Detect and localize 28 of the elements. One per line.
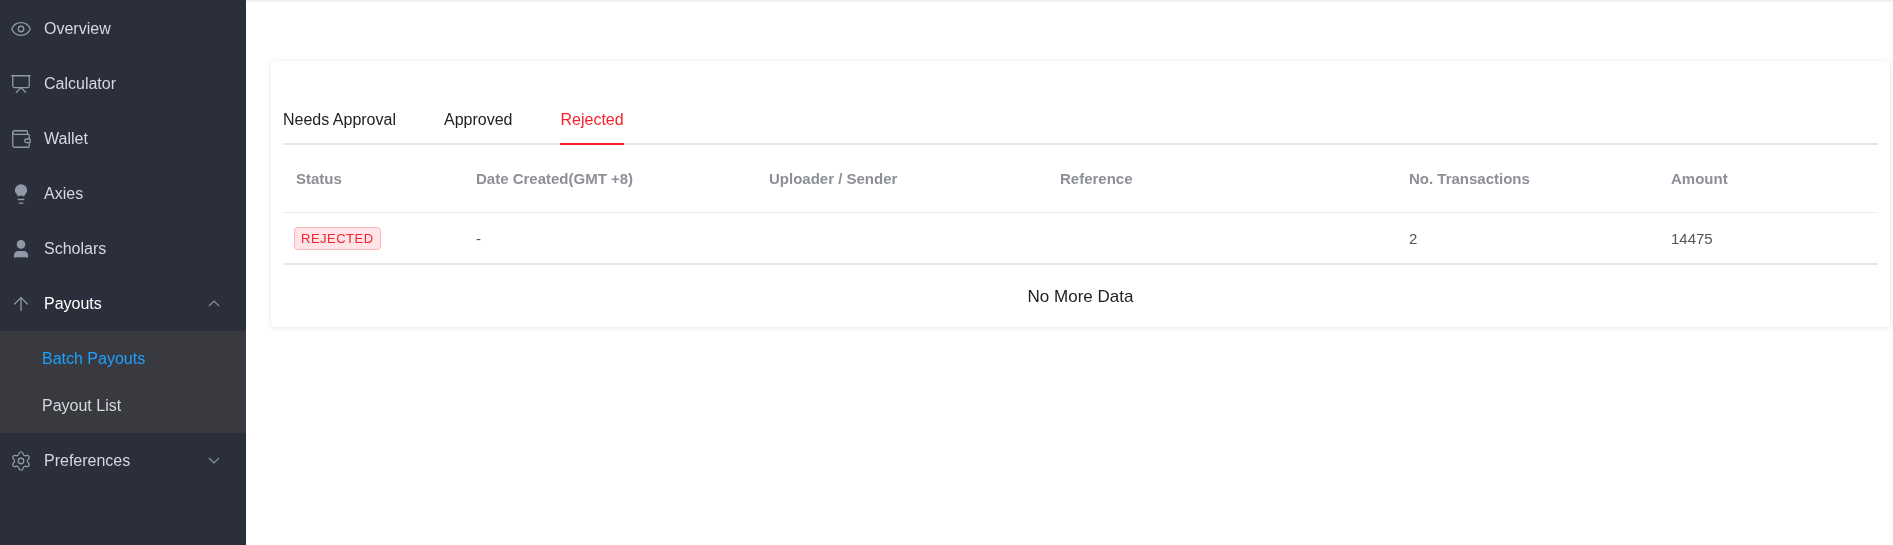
presentation-board-icon	[10, 72, 32, 95]
sidebar-item[interactable]: Calculator	[0, 56, 246, 111]
settings-icon	[10, 449, 32, 472]
sidebar-item[interactable]: Scholars	[0, 221, 246, 276]
chevron-up-icon	[208, 300, 220, 307]
tab[interactable]: Approved	[443, 99, 513, 145]
table-cell-text: 14475	[1670, 229, 1714, 247]
table-cell-text: -	[475, 229, 482, 247]
sidebar-item[interactable]: Axies	[0, 166, 246, 221]
no-more-data-text: No More Data	[1027, 287, 1134, 306]
sidebar-item[interactable]: Payouts	[0, 276, 246, 331]
sidebar-item[interactable]: Preferences	[0, 433, 246, 488]
wallet-icon	[10, 127, 32, 150]
sidebar-item[interactable]: Wallet	[0, 111, 246, 166]
column-header: Reference	[1059, 170, 1134, 187]
column-header: No. Transactions	[1408, 170, 1531, 187]
tab[interactable]: Rejected	[560, 99, 624, 145]
column-header: Uploader / Sender	[768, 170, 899, 187]
column-header: Date Created(GMT +8)	[475, 170, 635, 187]
column-header: Amount	[1670, 170, 1729, 187]
status-tag: REJECTED	[294, 226, 381, 250]
table-cell-text: 2	[1408, 229, 1419, 247]
sidebar-item[interactable]: Overview	[0, 1, 246, 56]
submenu-item[interactable]: Payout List	[0, 382, 246, 429]
chevron-down-icon	[208, 457, 220, 464]
tab[interactable]: Needs Approval	[283, 99, 396, 145]
submenu-item[interactable]: Batch Payouts	[0, 335, 246, 382]
column-header: Status	[295, 170, 343, 187]
